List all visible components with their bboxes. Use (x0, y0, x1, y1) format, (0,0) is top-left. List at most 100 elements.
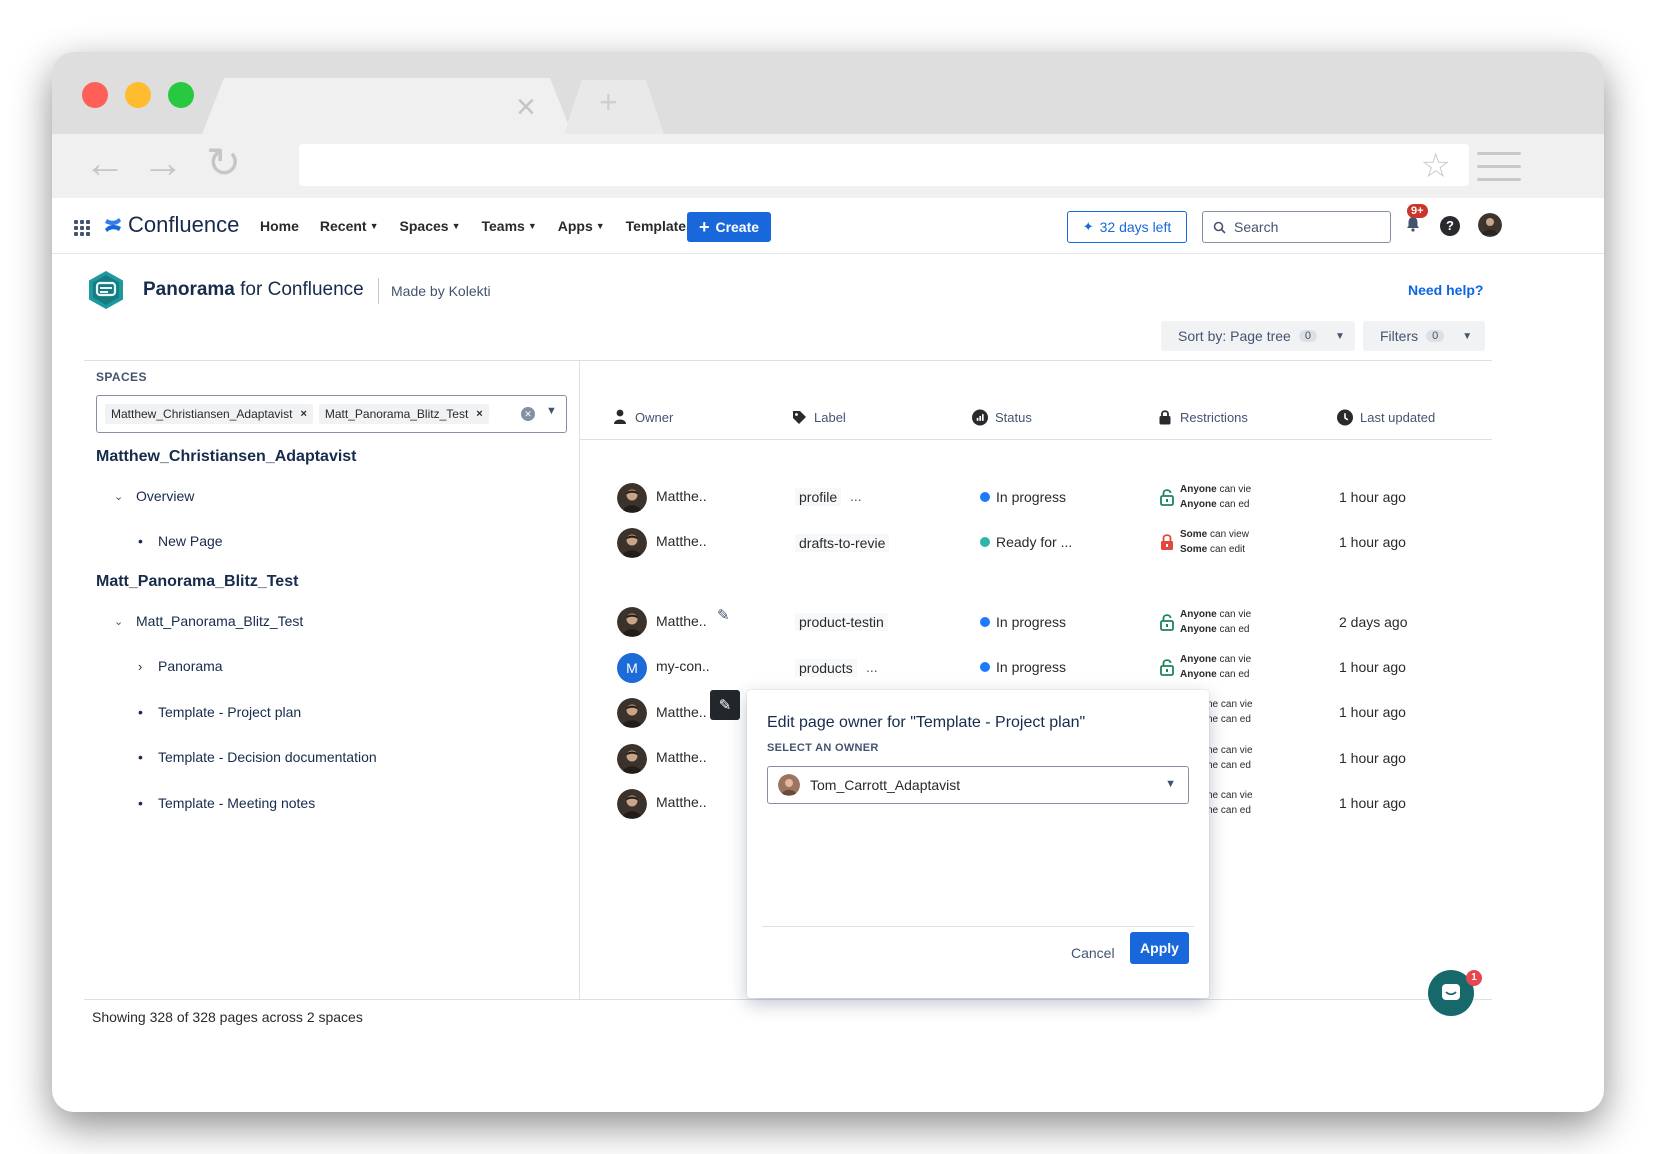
column-header-restrictions[interactable]: Restrictions (1157, 409, 1248, 425)
tree-item[interactable]: • Template - Meeting notes (138, 795, 315, 811)
owner-name[interactable]: Matthe.. (656, 488, 707, 504)
space-heading[interactable]: Matt_Panorama_Blitz_Test (96, 573, 298, 591)
bookmark-star-icon[interactable]: ☆ (1421, 146, 1451, 186)
tree-item[interactable]: › Panorama (138, 658, 223, 674)
more-labels[interactable]: ... (850, 488, 862, 504)
plus-icon: + (599, 84, 618, 120)
space-chip[interactable]: Matt_Panorama_Blitz_Test × (318, 404, 489, 424)
app-switcher-icon[interactable] (74, 220, 90, 236)
nav-recent[interactable]: Recent ▼ (320, 218, 379, 234)
restrictions-cell[interactable]: Anyone can vie Anyone can ed (1160, 482, 1260, 512)
notifications-bell-icon[interactable] (1404, 215, 1424, 235)
owner-name[interactable]: Matthe.. (656, 749, 707, 765)
status-lozenge[interactable]: In progress (980, 659, 1066, 675)
chevron-down-icon: ▼ (369, 221, 379, 231)
trial-days-button[interactable]: ✦ 32 days left (1067, 211, 1187, 243)
cancel-button[interactable]: Cancel (1063, 937, 1123, 969)
nav-templates[interactable]: Templates (626, 218, 694, 234)
nav-apps[interactable]: Apps ▼ (558, 218, 605, 234)
edit-owner-pencil-icon[interactable]: ✎ (717, 606, 730, 624)
filters-button[interactable]: Filters 0 ▼ (1363, 321, 1485, 351)
forward-arrow-icon[interactable]: → (142, 142, 184, 184)
column-header-label[interactable]: Label (791, 409, 846, 425)
remove-chip-icon[interactable]: × (300, 408, 306, 420)
close-window-button[interactable] (82, 82, 108, 108)
owner-avatar[interactable] (617, 698, 647, 728)
lock-icon (1157, 409, 1173, 425)
maximize-window-button[interactable] (168, 82, 194, 108)
tree-item[interactable]: • New Page (138, 533, 223, 549)
chevron-down-icon[interactable]: ▼ (546, 405, 557, 417)
chevron-down-icon[interactable]: ⌄ (114, 615, 136, 628)
reload-icon[interactable]: ↻ (206, 142, 241, 184)
clear-selection-icon[interactable]: ✕ (521, 407, 535, 421)
label-chip[interactable]: drafts-to-revie (795, 534, 890, 552)
label-chip[interactable]: profile (795, 488, 842, 506)
owner-name[interactable]: Matthe.. (656, 613, 707, 629)
last-updated: 2 days ago (1339, 614, 1408, 630)
remove-chip-icon[interactable]: × (476, 408, 482, 420)
chevron-right-icon[interactable]: › (138, 659, 158, 674)
owner-name[interactable]: Matthe.. (656, 533, 707, 549)
owner-avatar[interactable] (617, 483, 647, 513)
last-updated: 1 hour ago (1339, 489, 1406, 505)
space-chip[interactable]: Matthew_Christiansen_Adaptavist × (105, 404, 313, 424)
hamburger-menu-icon[interactable] (1477, 152, 1521, 181)
search-input[interactable]: Search (1202, 211, 1391, 243)
status-lozenge[interactable]: In progress (980, 614, 1066, 630)
nav-spaces[interactable]: Spaces ▼ (400, 218, 461, 234)
new-tab-button[interactable]: + (564, 80, 664, 134)
panorama-logo-icon (89, 271, 123, 309)
tab-close-icon[interactable]: × (516, 90, 536, 124)
owner-name[interactable]: my-con.. (656, 658, 710, 674)
back-arrow-icon[interactable]: ← (84, 142, 126, 184)
apply-button[interactable]: Apply (1130, 932, 1189, 964)
space-heading[interactable]: Matthew_Christiansen_Adaptavist (96, 448, 357, 466)
tree-item[interactable]: ⌄ Overview (114, 488, 194, 504)
create-button[interactable]: + Create (687, 212, 771, 242)
restrictions-cell[interactable]: Anyone can vie Anyone can ed (1160, 652, 1260, 682)
space-multiselect[interactable]: Matthew_Christiansen_Adaptavist × Matt_Pa… (96, 395, 567, 433)
bullet-icon: • (138, 704, 143, 720)
owner-name[interactable]: Matthe.. (656, 704, 707, 720)
bullet-icon: • (138, 795, 143, 811)
restrictions-cell[interactable]: Some can view Some can edit (1160, 527, 1260, 557)
confluence-logo[interactable]: Confluence (104, 212, 239, 238)
sort-by-button[interactable]: Sort by: Page tree 0 ▼ (1161, 321, 1355, 351)
status-lozenge[interactable]: In progress (980, 489, 1066, 505)
column-header-owner[interactable]: Owner (612, 409, 673, 425)
owner-name[interactable]: Matthe.. (656, 794, 707, 810)
tree-item[interactable]: • Template - Project plan (138, 704, 301, 720)
owner-select[interactable]: Tom_Carrott_Adaptavist ▼ (767, 766, 1189, 804)
owner-avatar[interactable] (617, 744, 647, 774)
nav-teams[interactable]: Teams ▼ (481, 218, 536, 234)
restrictions-cell[interactable]: Anyone can vie Anyone can ed (1160, 607, 1260, 637)
address-bar[interactable]: ☆ (299, 144, 1469, 186)
restrictions-text: Anyone can vie Anyone can ed (1180, 654, 1252, 680)
chevron-down-icon: ▼ (1462, 330, 1473, 342)
panel-top-divider (84, 360, 1492, 361)
status-lozenge[interactable]: Ready for ... (980, 534, 1072, 550)
tree-item[interactable]: • Template - Decision documentation (138, 749, 377, 765)
column-header-status[interactable]: Status (972, 409, 1032, 425)
column-header-last-updated[interactable]: Last updated (1337, 409, 1435, 425)
owner-avatar[interactable] (617, 607, 647, 637)
edit-owner-button[interactable]: ✎ (710, 690, 740, 720)
help-icon[interactable]: ? (1440, 216, 1460, 236)
need-help-link[interactable]: Need help? (1408, 282, 1483, 298)
chevron-down-icon[interactable]: ⌄ (114, 490, 136, 503)
table-header-divider (579, 439, 1492, 440)
dialog-divider (762, 926, 1194, 927)
minimize-window-button[interactable] (125, 82, 151, 108)
label-chip[interactable]: products (795, 659, 857, 677)
nav-home[interactable]: Home (260, 218, 299, 234)
owner-avatar[interactable]: M (617, 653, 647, 683)
last-updated: 1 hour ago (1339, 750, 1406, 766)
owner-avatar[interactable] (617, 789, 647, 819)
owner-avatar[interactable] (617, 528, 647, 558)
user-avatar[interactable] (1478, 213, 1502, 237)
label-chip[interactable]: product-testin (795, 613, 888, 631)
more-labels[interactable]: ... (866, 659, 878, 675)
tree-item[interactable]: ⌄ Matt_Panorama_Blitz_Test (114, 613, 303, 629)
unlocked-icon (1160, 489, 1174, 506)
